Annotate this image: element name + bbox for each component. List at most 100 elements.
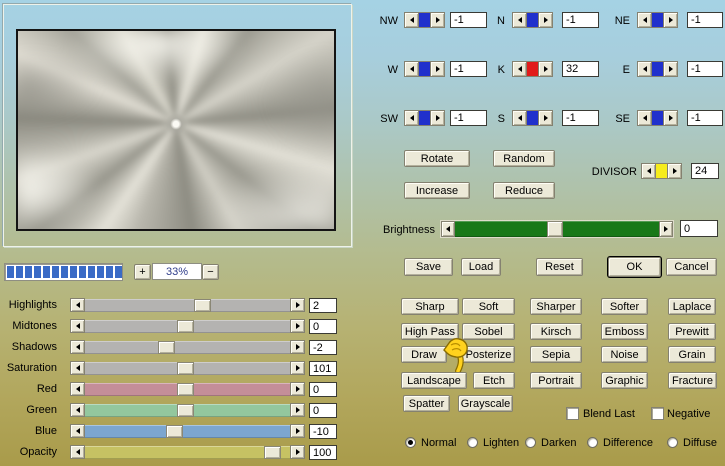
kernel-w-spinner[interactable] — [404, 61, 445, 77]
filter-sepia-button[interactable]: Sepia — [530, 346, 582, 363]
slider-track[interactable] — [85, 299, 290, 312]
filter-prewitt-button[interactable]: Prewitt — [668, 323, 716, 340]
kernel-se-spinner[interactable] — [637, 110, 678, 126]
slider-right-arrow-icon[interactable] — [290, 424, 305, 438]
kernel-n-value[interactable]: -1 — [562, 12, 599, 28]
kernel-nw-spinner[interactable] — [404, 12, 445, 28]
kernel-s-spinner[interactable] — [512, 110, 553, 126]
slider-right-arrow-icon[interactable] — [290, 403, 305, 417]
kernel-sw-spinner[interactable] — [404, 110, 445, 126]
slider-track[interactable] — [85, 341, 290, 354]
negative-checkbox[interactable] — [651, 407, 664, 420]
cancel-button[interactable]: Cancel — [666, 258, 717, 276]
slider-value[interactable]: 100 — [309, 445, 337, 460]
slider-left-arrow-icon[interactable] — [70, 298, 85, 312]
ok-button[interactable]: OK — [608, 257, 661, 277]
brightness-slider[interactable] — [441, 221, 673, 237]
filter-etch-button[interactable]: Etch — [473, 372, 515, 389]
filter-spatter-button[interactable]: Spatter — [403, 395, 450, 412]
slider-right-arrow-icon[interactable] — [290, 298, 305, 312]
reduce-button[interactable]: Reduce — [493, 182, 555, 199]
progress-segment — [52, 266, 59, 278]
zoom-out-button[interactable]: − — [202, 264, 219, 280]
filter-portrait-button[interactable]: Portrait — [530, 372, 582, 389]
divisor-spinner[interactable] — [641, 163, 682, 179]
slider-left-arrow-icon[interactable] — [70, 361, 85, 375]
slider-label: Green — [26, 404, 57, 416]
save-button[interactable]: Save — [404, 258, 453, 276]
preview-image[interactable] — [16, 29, 336, 231]
brightness-value[interactable]: 0 — [680, 220, 718, 237]
slider-thumb[interactable] — [158, 341, 176, 354]
random-button[interactable]: Random — [493, 150, 555, 167]
slider-thumb[interactable] — [165, 425, 183, 438]
slider-value[interactable]: 101 — [309, 361, 337, 376]
kernel-s-value[interactable]: -1 — [562, 110, 599, 126]
slider-left-arrow-icon[interactable] — [70, 424, 85, 438]
slider-thumb[interactable] — [263, 446, 281, 459]
filter-sharp-button[interactable]: Sharp — [401, 298, 459, 315]
zoom-in-button[interactable]: + — [134, 264, 151, 280]
slider-track[interactable] — [85, 404, 290, 417]
kernel-ne-spinner[interactable] — [637, 12, 678, 28]
reset-button[interactable]: Reset — [536, 258, 583, 276]
filter-kirsch-button[interactable]: Kirsch — [530, 323, 582, 340]
slider-value[interactable]: 0 — [309, 319, 337, 334]
brightness-track[interactable] — [455, 221, 659, 237]
kernel-k-value[interactable]: 32 — [562, 61, 599, 77]
filter-emboss-button[interactable]: Emboss — [601, 323, 648, 340]
slider-thumb[interactable] — [194, 299, 212, 312]
slider-track[interactable] — [85, 320, 290, 333]
filter-graphic-button[interactable]: Graphic — [601, 372, 648, 389]
kernel-se-value[interactable]: -1 — [687, 110, 723, 126]
slider-value[interactable]: 0 — [309, 382, 337, 397]
slider-left-arrow-icon[interactable] — [70, 319, 85, 333]
slider-thumb[interactable] — [177, 404, 195, 417]
slider-left-arrow-icon[interactable] — [70, 340, 85, 354]
radio-normal[interactable] — [405, 437, 416, 448]
radio-diffuse[interactable] — [667, 437, 678, 448]
radio-lighten[interactable] — [467, 437, 478, 448]
rotate-button[interactable]: Rotate — [404, 150, 470, 167]
slider-right-arrow-icon[interactable] — [290, 361, 305, 375]
slider-track[interactable] — [85, 362, 290, 375]
divisor-value[interactable]: 24 — [691, 163, 719, 179]
radio-darken[interactable] — [525, 437, 536, 448]
filter-sharper-button[interactable]: Sharper — [530, 298, 582, 315]
kernel-n-spinner[interactable] — [512, 12, 553, 28]
slider-track[interactable] — [85, 446, 290, 459]
slider-value[interactable]: 2 — [309, 298, 337, 313]
kernel-ne-value[interactable]: -1 — [687, 12, 723, 28]
filter-fracture-button[interactable]: Fracture — [668, 372, 717, 389]
blend-last-checkbox[interactable] — [566, 407, 579, 420]
filter-landscape-button[interactable]: Landscape — [401, 372, 467, 389]
slider-right-arrow-icon[interactable] — [290, 445, 305, 459]
radio-difference[interactable] — [587, 437, 598, 448]
slider-value[interactable]: -2 — [309, 340, 337, 355]
slider-thumb[interactable] — [177, 383, 195, 396]
slider-value[interactable]: 0 — [309, 403, 337, 418]
filter-soft-button[interactable]: Soft — [462, 298, 515, 315]
filter-grain-button[interactable]: Grain — [668, 346, 716, 363]
slider-right-arrow-icon[interactable] — [290, 382, 305, 396]
slider-right-arrow-icon[interactable] — [290, 319, 305, 333]
load-button[interactable]: Load — [461, 258, 501, 276]
slider-left-arrow-icon[interactable] — [70, 445, 85, 459]
kernel-k-spinner[interactable] — [512, 61, 553, 77]
brightness-thumb[interactable] — [547, 221, 564, 237]
slider-track[interactable] — [85, 425, 290, 438]
kernel-e-value[interactable]: -1 — [687, 61, 723, 77]
slider-track[interactable] — [85, 383, 290, 396]
kernel-e-spinner[interactable] — [637, 61, 678, 77]
filter-noise-button[interactable]: Noise — [601, 346, 648, 363]
slider-value[interactable]: -10 — [309, 424, 337, 439]
filter-softer-button[interactable]: Softer — [601, 298, 648, 315]
filter-grayscale-button[interactable]: Grayscale — [458, 395, 513, 412]
slider-thumb[interactable] — [177, 362, 195, 375]
slider-left-arrow-icon[interactable] — [70, 382, 85, 396]
filter-laplace-button[interactable]: Laplace — [668, 298, 716, 315]
increase-button[interactable]: Increase — [404, 182, 470, 199]
slider-thumb[interactable] — [177, 320, 195, 333]
slider-right-arrow-icon[interactable] — [290, 340, 305, 354]
slider-left-arrow-icon[interactable] — [70, 403, 85, 417]
